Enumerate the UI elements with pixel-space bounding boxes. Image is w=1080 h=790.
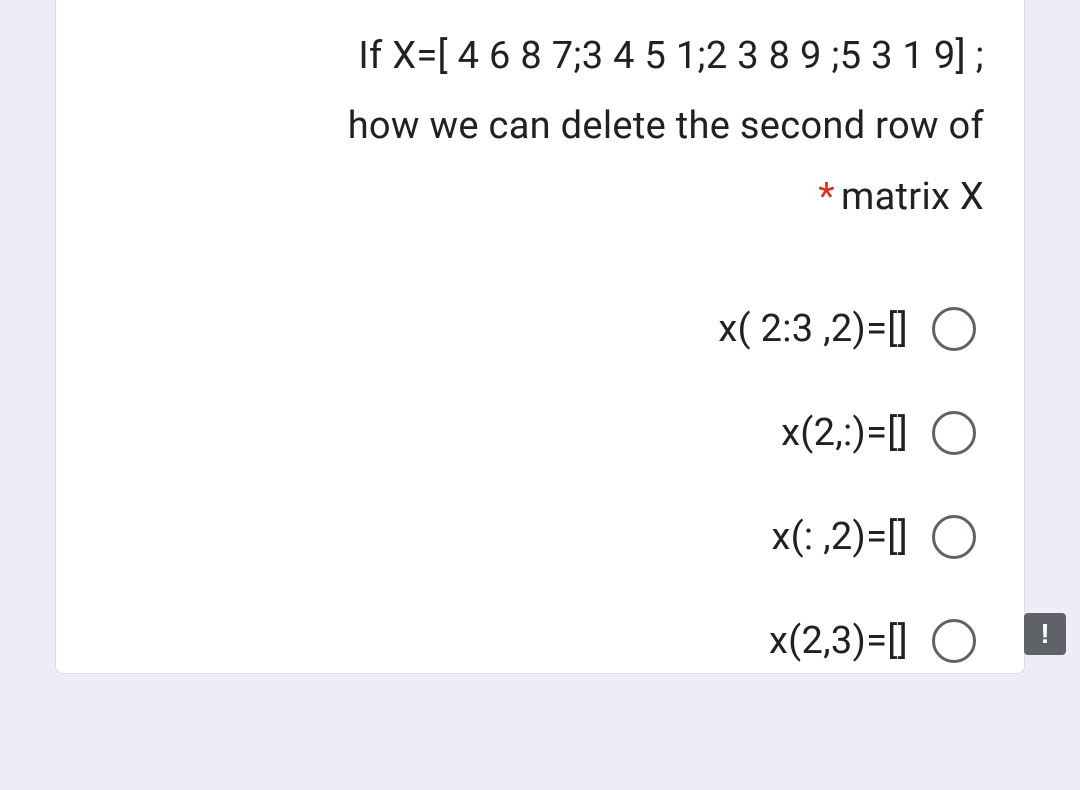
option-label-4: x(2,3)=[] bbox=[769, 619, 908, 663]
option-row-3[interactable]: x(: ,2)=[] bbox=[96, 515, 976, 559]
radio-icon[interactable] bbox=[932, 307, 976, 351]
option-label-3: x(: ,2)=[] bbox=[771, 515, 908, 559]
question-line-1: If X=[ 4 6 8 7;3 4 5 1;2 3 8 9 ;5 3 1 9]… bbox=[358, 34, 984, 78]
option-row-2[interactable]: x(2,:)=[] bbox=[96, 411, 976, 455]
option-row-1[interactable]: x( 2:3 ,2)=[] bbox=[96, 307, 976, 351]
radio-icon[interactable] bbox=[932, 411, 976, 455]
option-label-1: x( 2:3 ,2)=[] bbox=[718, 307, 908, 351]
question-text: If X=[ 4 6 8 7;3 4 5 1;2 3 8 9 ;5 3 1 9]… bbox=[144, 21, 984, 232]
question-card: If X=[ 4 6 8 7;3 4 5 1;2 3 8 9 ;5 3 1 9]… bbox=[55, 0, 1025, 674]
required-asterisk: * bbox=[818, 175, 835, 219]
option-row-4[interactable]: x(2,3)=[] bbox=[96, 619, 976, 663]
radio-icon[interactable] bbox=[932, 515, 976, 559]
option-label-2: x(2,:)=[] bbox=[781, 411, 908, 455]
question-line-3: matrix X bbox=[841, 175, 984, 219]
question-line-2: how we can delete the second row of bbox=[348, 104, 984, 148]
options-container: x( 2:3 ,2)=[] x(2,:)=[] x(: ,2)=[] x(2,3… bbox=[96, 307, 984, 663]
exclamation-icon: ! bbox=[1040, 618, 1049, 650]
radio-icon[interactable] bbox=[932, 619, 976, 663]
error-badge[interactable]: ! bbox=[1024, 613, 1066, 655]
